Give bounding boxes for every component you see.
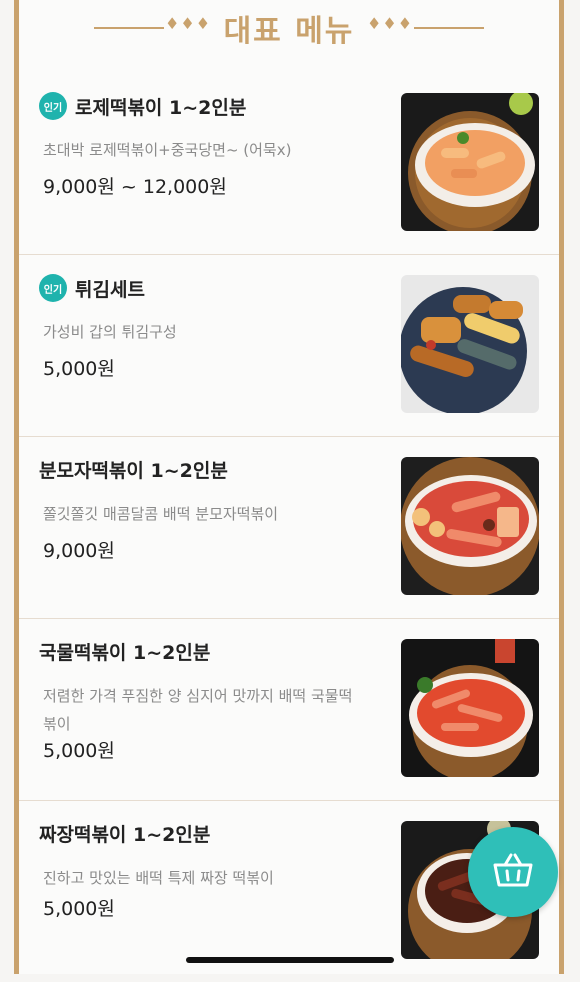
menu-item-name-row: 분모자떡볶이 1~2인분 bbox=[39, 456, 228, 483]
menu-item-name-row: 짜장떡볶이 1~2인분 bbox=[39, 820, 210, 847]
menu-item-price: 5,000원 bbox=[43, 740, 115, 762]
header-ornament-right: ♦♦♦ bbox=[367, 14, 414, 33]
menu-item-photo bbox=[401, 639, 539, 777]
menu-panel: ♦♦♦ 대표 메뉴 ♦♦♦ 인기 로제떡볶이 1~2인분 초대박 로제떡볶이+중… bbox=[14, 0, 564, 974]
menu-item-bunmoja-tteokbokki[interactable]: 분모자떡볶이 1~2인분 쫄깃쫄깃 매콤달콤 배떡 분모자떡볶이 9,000원 bbox=[19, 436, 559, 619]
popular-badge: 인기 bbox=[39, 274, 67, 302]
menu-item-photo bbox=[401, 93, 539, 231]
menu-item-name-row: 인기 로제떡볶이 1~2인분 bbox=[39, 92, 246, 120]
menu-item-name: 국물떡볶이 1~2인분 bbox=[39, 642, 211, 664]
menu-item-soup-tteokbokki[interactable]: 국물떡볶이 1~2인분 저렴한 가격 푸짐한 양 심지어 맛까지 배떡 국물떡볶… bbox=[19, 618, 559, 801]
basket-icon bbox=[493, 853, 533, 891]
menu-item-description: 초대박 로제떡볶이+중국당면~ (어묵x) bbox=[43, 141, 292, 159]
section-header: ♦♦♦ 대표 메뉴 ♦♦♦ bbox=[19, 0, 559, 60]
menu-item-name: 튀김세트 bbox=[75, 278, 145, 301]
menu-item-name-row: 인기 튀김세트 bbox=[39, 274, 145, 302]
menu-item-name: 로제떡볶이 1~2인분 bbox=[75, 96, 247, 119]
cart-button[interactable] bbox=[468, 827, 558, 917]
menu-item-name-row: 국물떡볶이 1~2인분 bbox=[39, 638, 210, 665]
menu-item-price: 9,000원 ~ 12,000원 bbox=[43, 176, 227, 198]
menu-item-price: 9,000원 bbox=[43, 540, 115, 562]
menu-item-rose-tteokbokki[interactable]: 인기 로제떡볶이 1~2인분 초대박 로제떡볶이+중국당면~ (어묵x) 9,0… bbox=[19, 72, 559, 255]
menu-item-photo bbox=[401, 457, 539, 595]
popular-badge: 인기 bbox=[39, 92, 67, 120]
home-indicator[interactable] bbox=[186, 957, 394, 963]
menu-item-fried-set[interactable]: 인기 튀김세트 가성비 갑의 튀김구성 5,000원 bbox=[19, 254, 559, 437]
menu-item-description: 쫄깃쫄깃 매콤달콤 배떡 분모자떡볶이 bbox=[43, 505, 279, 523]
menu-item-description: 진하고 맛있는 배떡 특제 짜장 떡볶이 bbox=[43, 869, 274, 887]
menu-item-photo bbox=[401, 275, 539, 413]
menu-item-description: 가성비 갑의 튀김구성 bbox=[43, 323, 177, 341]
menu-item-name: 짜장떡볶이 1~2인분 bbox=[39, 824, 211, 846]
menu-item-price: 5,000원 bbox=[43, 358, 115, 380]
menu-item-description: 저렴한 가격 푸짐한 양 심지어 맛까지 배떡 국물떡볶이 bbox=[43, 687, 353, 733]
header-line-right bbox=[414, 27, 484, 29]
menu-item-name: 분모자떡볶이 1~2인분 bbox=[39, 460, 228, 482]
menu-item-price: 5,000원 bbox=[43, 898, 115, 920]
